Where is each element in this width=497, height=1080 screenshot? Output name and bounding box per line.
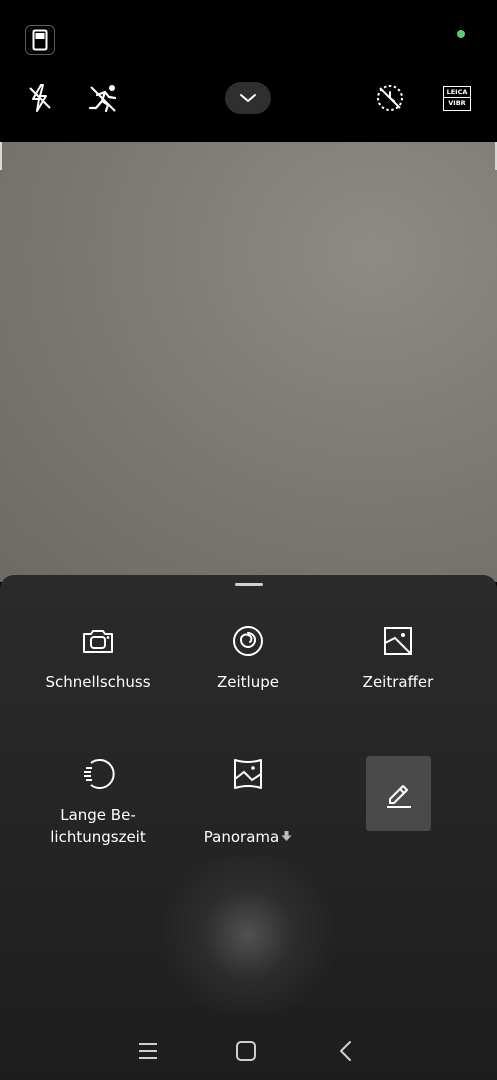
time-lapse-icon xyxy=(384,627,412,655)
home-icon xyxy=(236,1041,256,1061)
shutter-glow xyxy=(148,855,348,1015)
download-arrow-icon xyxy=(281,831,292,841)
back-icon xyxy=(340,1041,351,1061)
camera-active-indicator xyxy=(457,30,465,38)
home-button[interactable] xyxy=(232,1037,260,1065)
leica-line2: VIBR xyxy=(444,97,470,108)
system-nav-bar xyxy=(0,1020,497,1080)
mode-label: Zeitlupe xyxy=(217,673,279,691)
recents-icon xyxy=(139,1043,157,1059)
timer-toggle-button[interactable] xyxy=(372,80,408,116)
mode-label: Lange Be- lichtungszeit xyxy=(50,806,146,846)
mode-zeitraffer[interactable]: Zeitraffer xyxy=(323,623,473,693)
edit-pencil-icon xyxy=(386,784,411,808)
slow-motion-icon xyxy=(233,626,263,656)
leica-style-button[interactable]: LEICA VIBR xyxy=(443,86,471,111)
flash-off-icon xyxy=(29,84,51,112)
mode-label-row: Panorama xyxy=(173,804,323,848)
motion-toggle-button[interactable] xyxy=(86,80,122,116)
camera-viewfinder[interactable] xyxy=(0,142,497,582)
back-button[interactable] xyxy=(332,1037,360,1065)
edit-modes-button[interactable] xyxy=(366,756,431,831)
leica-line1: LEICA xyxy=(446,88,468,96)
aspect-ratio-icon xyxy=(32,29,48,51)
sheet-drag-handle[interactable] xyxy=(235,583,263,586)
aspect-ratio-button[interactable] xyxy=(25,25,55,55)
camera-top-bar: LEICA VIBR xyxy=(0,0,497,142)
panorama-icon xyxy=(234,759,262,789)
more-modes-sheet: Schnellschuss Zeitlupe Zeitraffer Lange … xyxy=(0,575,497,1080)
mode-label: Panorama xyxy=(203,828,280,846)
chevron-down-icon xyxy=(240,94,256,102)
mode-label: Zeitraffer xyxy=(362,673,434,691)
mode-panorama[interactable]: Panorama xyxy=(173,756,323,848)
mode-schnellschuss[interactable]: Schnellschuss xyxy=(23,623,173,693)
flash-toggle-button[interactable] xyxy=(22,80,58,116)
frame-corner-left xyxy=(0,142,2,170)
long-exposure-icon xyxy=(84,759,115,789)
expand-controls-button[interactable] xyxy=(225,82,271,114)
mode-lange-belichtungszeit[interactable]: Lange Be- lichtungszeit xyxy=(23,756,173,848)
mode-label: Schnellschuss xyxy=(45,673,151,691)
recents-button[interactable] xyxy=(134,1037,162,1065)
motion-off-icon xyxy=(88,85,117,113)
mode-zeitlupe[interactable]: Zeitlupe xyxy=(173,623,323,693)
timer-off-icon xyxy=(377,85,403,111)
quick-shot-icon xyxy=(83,630,113,653)
